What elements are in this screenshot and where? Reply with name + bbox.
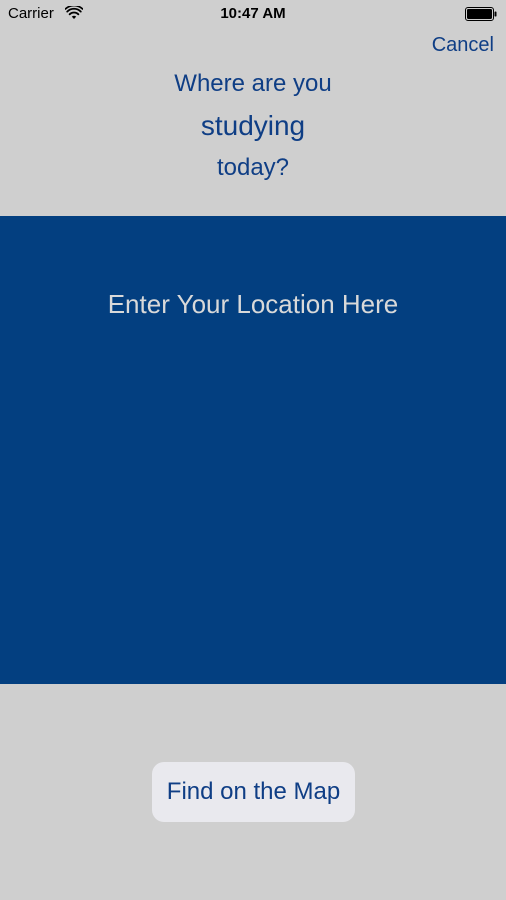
prompt-line-2: studying [200, 110, 306, 141]
status-time: 10:47 AM [220, 5, 286, 22]
location-input[interactable] [0, 286, 506, 322]
cancel-button[interactable]: Cancel [432, 33, 494, 57]
prompt-line-3: today? [216, 154, 290, 181]
prompt-line-1: Where are you [174, 70, 332, 97]
battery-icon [465, 7, 497, 21]
status-bar: Carrier 10:47 AM [0, 0, 506, 30]
find-on-map-button[interactable]: Find on the Map [152, 762, 355, 822]
location-panel [0, 216, 506, 684]
